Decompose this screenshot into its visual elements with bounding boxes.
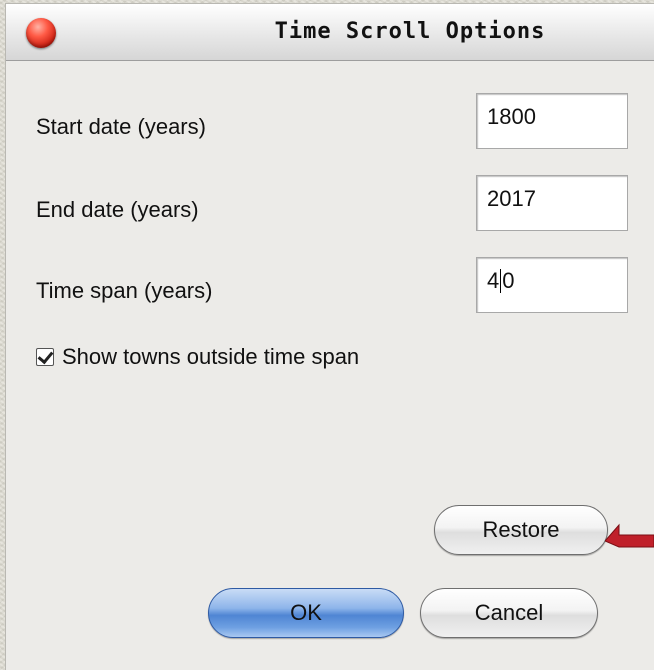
show-towns-label: Show towns outside time span: [62, 344, 360, 369]
time-span-value-after: 0: [502, 268, 515, 293]
red-arrow-icon: [605, 523, 654, 548]
end-date-field[interactable]: 2017: [476, 175, 628, 231]
start-date-value: 1800: [487, 104, 536, 129]
time-span-field[interactable]: 40: [476, 257, 628, 313]
time-span-value-before: 4: [487, 268, 500, 293]
start-date-label: Start date (years): [36, 114, 206, 139]
start-date-field[interactable]: 1800: [476, 93, 628, 149]
end-date-value: 2017: [487, 186, 536, 211]
show-towns-checkbox[interactable]: [36, 348, 54, 366]
show-towns-checkbox-row[interactable]: Show towns outside time span: [36, 344, 359, 370]
window-title: Time Scroll Options: [274, 19, 546, 44]
title-bar[interactable]: Time Scroll Options: [6, 4, 654, 61]
time-scroll-options-dialog: Time Scroll Options Start date (years) 1…: [6, 4, 654, 670]
restore-button[interactable]: Restore: [434, 505, 608, 555]
time-span-label: Time span (years): [36, 278, 213, 303]
cancel-button[interactable]: Cancel: [420, 588, 598, 638]
end-date-label: End date (years): [36, 197, 199, 222]
ok-button[interactable]: OK: [208, 588, 404, 638]
